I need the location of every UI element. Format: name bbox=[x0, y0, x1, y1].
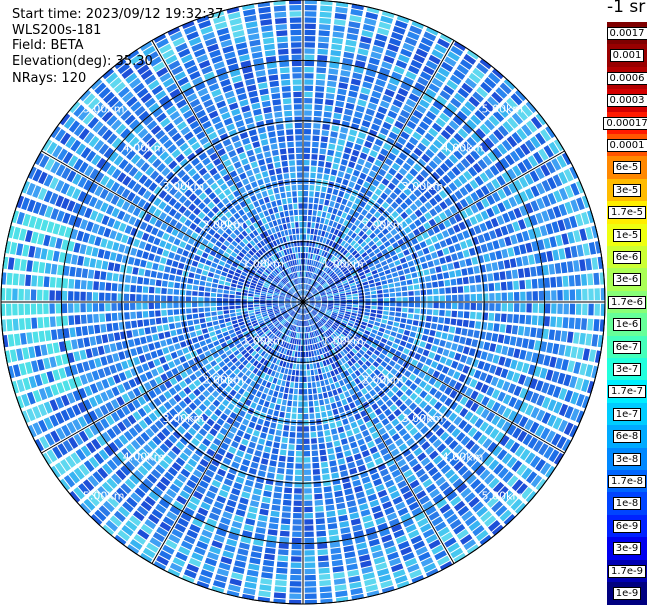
colorbar-label: 1e-6 bbox=[612, 318, 642, 332]
ring-label: 5.00km bbox=[482, 103, 524, 116]
ring-label: 5.00km bbox=[83, 103, 125, 116]
colorbar-label: 1e-7 bbox=[612, 407, 642, 421]
colorbar-swatch: 3e-8 bbox=[607, 447, 647, 471]
ring-label: 1.00km bbox=[322, 257, 364, 270]
ring-label: 1.00km bbox=[322, 335, 364, 348]
colorbar-swatch: 0.00017 bbox=[603, 111, 647, 135]
colorbar-label: 6e-8 bbox=[612, 430, 642, 444]
ring-label: 3.00km bbox=[402, 412, 444, 425]
colorbar-swatch: 3e-5 bbox=[607, 178, 647, 202]
colorbar-swatch: 0.0003 bbox=[606, 89, 647, 113]
colorbar-swatch: 1.7e-5 bbox=[607, 201, 647, 225]
colorbar-swatch: 6e-8 bbox=[607, 425, 647, 449]
colorbar-label: 3e-6 bbox=[612, 273, 642, 287]
colorbar-swatch: 1e-8 bbox=[607, 492, 647, 516]
colorbar-swatch: 1e-7 bbox=[607, 402, 647, 426]
instrument-text: WLS200s-181 bbox=[12, 23, 102, 38]
range-grid bbox=[0, 0, 606, 605]
colorbar-swatch: 3e-7 bbox=[607, 358, 647, 381]
colorbar-label: 3e-5 bbox=[612, 183, 642, 197]
colorbar-label: 0.0006 bbox=[606, 71, 647, 85]
colorbar-label: 1e-8 bbox=[612, 497, 642, 511]
elevation-text: Elevation(deg): 35.30 bbox=[12, 54, 153, 69]
ring-label: 4.00km bbox=[123, 451, 165, 464]
colorbar-label: 0.001 bbox=[609, 49, 645, 63]
ring-label: 5.00km bbox=[83, 489, 125, 502]
colorbar-label: 3e-9 bbox=[612, 542, 642, 556]
ring-label: 2.00km bbox=[362, 373, 404, 386]
colorbar-swatch: 0.001 bbox=[607, 44, 647, 68]
colorbar-swatch: 1.7e-6 bbox=[607, 290, 647, 314]
ring-label: 4.00km bbox=[442, 451, 484, 464]
colorbar-swatch: 1e-6 bbox=[607, 313, 647, 337]
ring-label: 4.00km bbox=[123, 141, 165, 154]
colorbar-label: 0.00017 bbox=[603, 116, 647, 130]
colorbar-swatch: 0.0001 bbox=[606, 134, 647, 157]
colorbar: 0.0017 0.001 0.0006 0.0003 0.00017 0.0001 6e-5… bbox=[603, 22, 647, 605]
colorbar-swatch: 1e-5 bbox=[607, 223, 647, 247]
colorbar-swatch: 0.0006 bbox=[606, 66, 647, 90]
start-time-text: Start time: 2023/09/12 19:32:37 bbox=[12, 7, 224, 22]
colorbar-label: 3e-7 bbox=[612, 362, 642, 376]
ring-label: 1.00km bbox=[242, 257, 284, 270]
ring-label: 2.00km bbox=[362, 219, 404, 232]
colorbar-label: 1.7e-6 bbox=[607, 295, 647, 309]
colorbar-label: 6e-7 bbox=[612, 340, 642, 354]
ring-label: 3.00km bbox=[402, 180, 444, 193]
ring-label: 5.00km bbox=[482, 489, 524, 502]
colorbar-swatch: 1.7e-8 bbox=[607, 470, 647, 493]
ring-label: 1.00km bbox=[242, 335, 284, 348]
colorbar-swatch: 6e-6 bbox=[607, 246, 647, 269]
colorbar-swatch: 3e-9 bbox=[607, 537, 647, 561]
ring-label: 2.00km bbox=[203, 219, 245, 232]
colorbar-label: 1.7e-5 bbox=[607, 206, 647, 220]
ring-label: 4.00km bbox=[442, 141, 484, 154]
colorbar-label: 0.0003 bbox=[606, 94, 647, 108]
ring-label: 2.00km bbox=[203, 373, 245, 386]
colorbar-label: 6e-5 bbox=[612, 161, 642, 175]
colorbar-label: 1.7e-7 bbox=[607, 385, 647, 399]
colorbar-swatch: 1e-9 bbox=[607, 582, 647, 605]
nrays-text: NRays: 120 bbox=[12, 71, 87, 86]
colorbar-label: 3e-8 bbox=[612, 452, 642, 466]
colorbar-label: 0.0001 bbox=[606, 138, 647, 152]
ring-label: 3.00km bbox=[163, 412, 205, 425]
colorbar-label: 1e-5 bbox=[612, 228, 642, 242]
colorbar-label: 6e-9 bbox=[612, 519, 642, 533]
colorbar-swatch: 0.0017 bbox=[606, 22, 647, 45]
colorbar-units: -1 sr bbox=[607, 0, 646, 17]
colorbar-swatch: 6e-7 bbox=[607, 335, 647, 359]
colorbar-label: 1.7e-9 bbox=[607, 564, 647, 578]
colorbar-swatch: 1.7e-7 bbox=[607, 380, 647, 404]
colorbar-swatch: 1.7e-9 bbox=[607, 559, 647, 583]
field-text: Field: BETA bbox=[12, 38, 84, 53]
ring-label: 3.00km bbox=[163, 180, 205, 193]
colorbar-swatch: 6e-5 bbox=[607, 156, 647, 180]
colorbar-label: 1e-9 bbox=[612, 586, 642, 600]
colorbar-swatch: 3e-6 bbox=[607, 268, 647, 292]
ppi-plot: 1.00km 1.00km 1.00km 1.00km 2.00km 2.00km 2.00… bbox=[0, 0, 606, 605]
colorbar-label: 0.0017 bbox=[606, 26, 647, 40]
colorbar-label: 6e-6 bbox=[612, 250, 642, 264]
colorbar-swatch: 6e-9 bbox=[607, 514, 647, 538]
colorbar-label: 1.7e-8 bbox=[607, 474, 647, 488]
